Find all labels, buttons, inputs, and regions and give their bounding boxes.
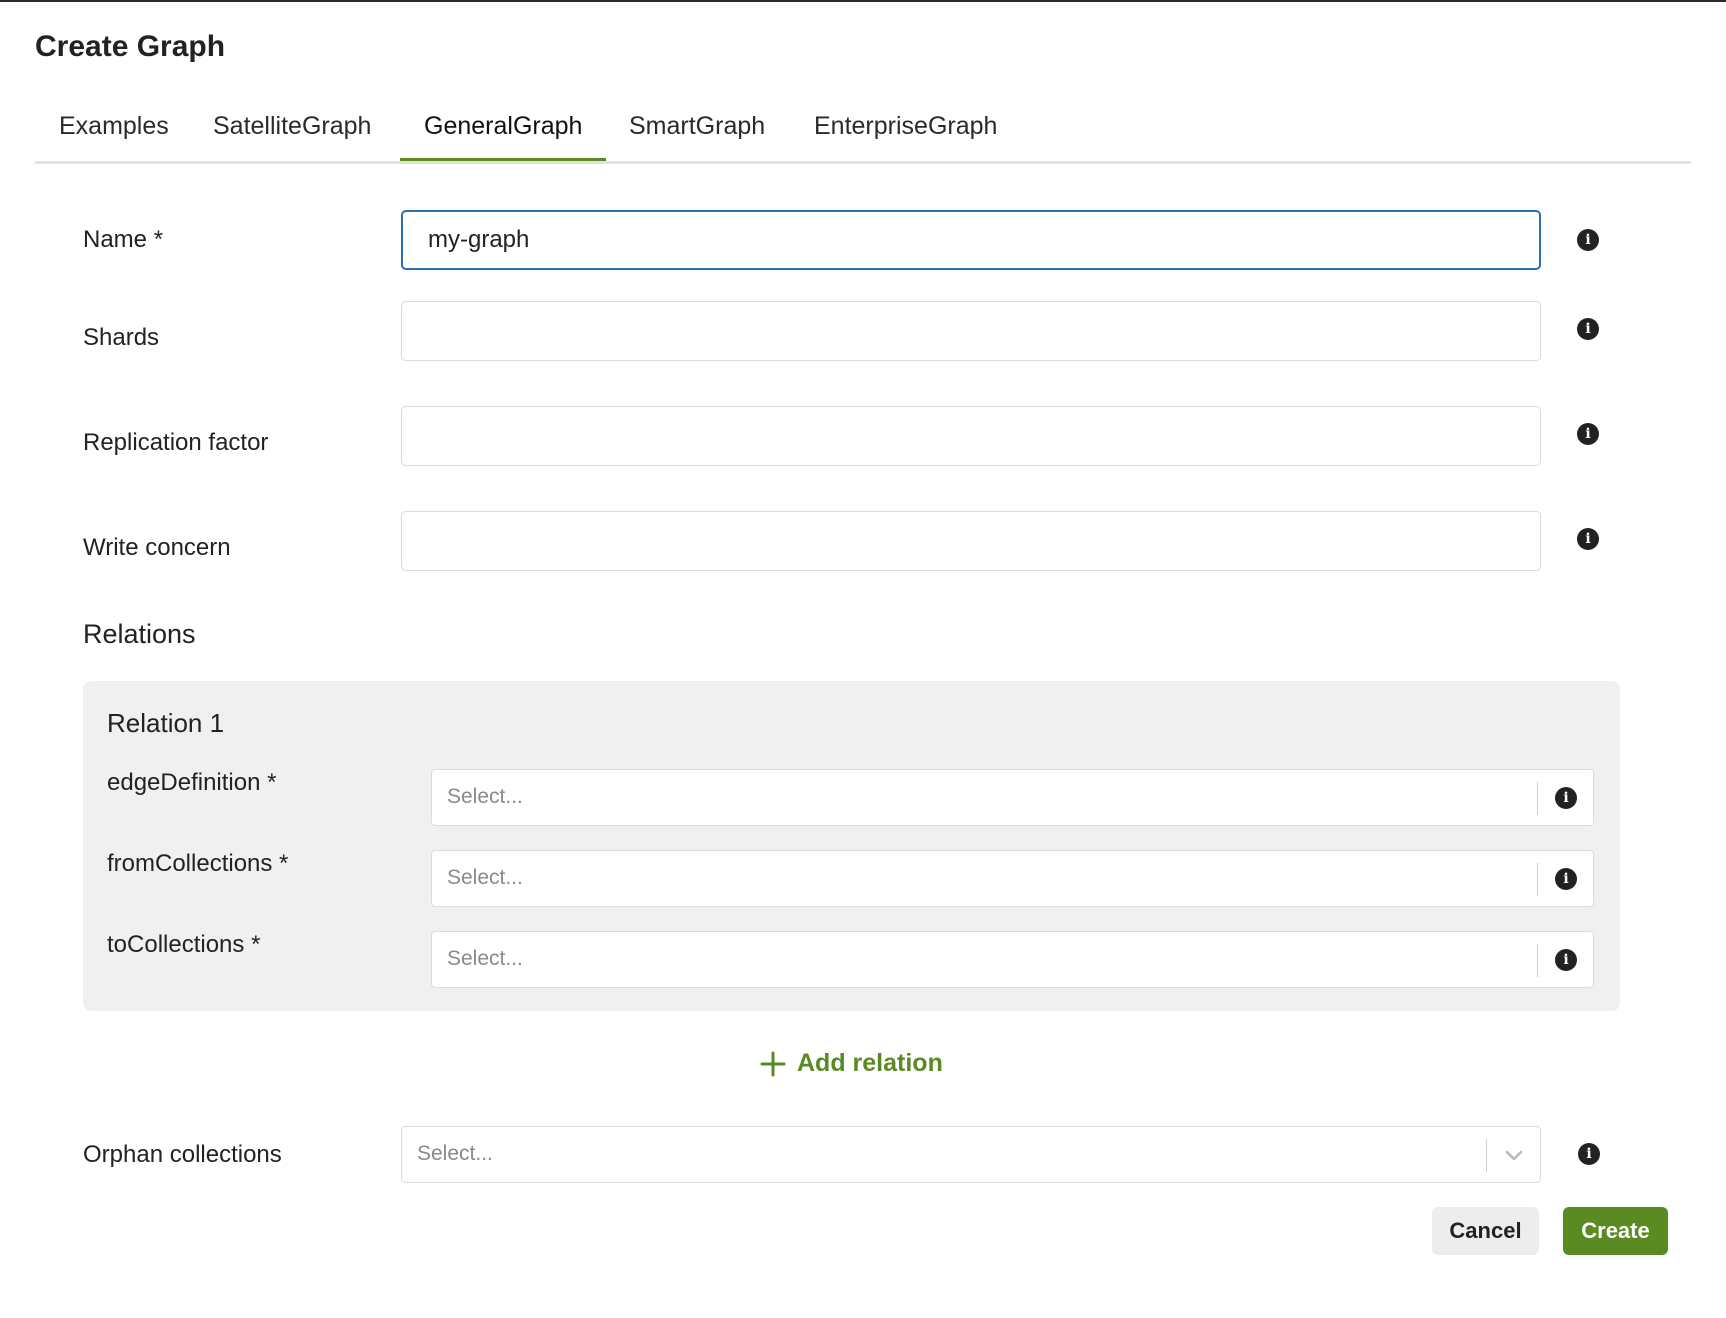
select-separator [1486, 1139, 1487, 1172]
edge-definition-info-icon[interactable]: i [1555, 787, 1577, 809]
relation-title: Relation 1 [107, 708, 225, 738]
orphan-collections-placeholder: Select... [417, 1142, 493, 1165]
write-concern-label: Write concern [83, 534, 231, 561]
edge-definition-placeholder: Select... [447, 785, 523, 808]
add-relation-label: Add relation [797, 1049, 943, 1077]
relations-heading: Relations [83, 619, 196, 649]
dialog-title: Create Graph [35, 30, 226, 63]
replication-factor-info-icon[interactable]: i [1577, 423, 1599, 445]
from-collections-select[interactable]: Select... [431, 850, 1594, 907]
edge-definition-label: edgeDefinition * [107, 769, 277, 796]
write-concern-input[interactable] [401, 511, 1541, 571]
graph-type-tabs: Examples SatelliteGraph GeneralGraph Sma… [35, 106, 1691, 164]
replication-factor-label: Replication factor [83, 429, 269, 456]
from-collections-placeholder: Select... [447, 866, 523, 889]
chevron-down-icon[interactable] [1499, 1140, 1529, 1170]
shards-label: Shards [83, 324, 160, 351]
name-input[interactable] [401, 210, 1541, 270]
tab-satellite-graph[interactable]: SatelliteGraph [189, 112, 395, 161]
create-graph-dialog: Create Graph Examples SatelliteGraph Gen… [0, 0, 1726, 1318]
plus-icon [760, 1051, 786, 1076]
cancel-button[interactable]: Cancel [1432, 1207, 1539, 1255]
shards-input[interactable] [401, 301, 1541, 361]
select-separator [1537, 944, 1538, 977]
name-info-icon[interactable]: i [1577, 229, 1599, 251]
add-relation-button[interactable]: Add relation [759, 1049, 943, 1078]
tab-general-graph[interactable]: GeneralGraph [400, 112, 607, 161]
shards-info-icon[interactable]: i [1577, 318, 1599, 340]
tab-examples[interactable]: Examples [35, 112, 193, 161]
select-separator [1537, 863, 1538, 896]
to-collections-info-icon[interactable]: i [1555, 949, 1577, 971]
orphan-collections-info-icon[interactable]: i [1578, 1143, 1600, 1165]
select-separator [1537, 782, 1538, 815]
orphan-collections-label: Orphan collections [83, 1141, 282, 1168]
name-label: Name * [83, 226, 164, 253]
replication-factor-input[interactable] [401, 406, 1541, 466]
tab-enterprise-graph[interactable]: EnterpriseGraph [790, 112, 1021, 161]
from-collections-label: fromCollections * [107, 850, 289, 877]
relation-panel: Relation 1 edgeDefinition * Select... i … [83, 681, 1620, 1011]
from-collections-info-icon[interactable]: i [1555, 868, 1577, 890]
edge-definition-select[interactable]: Select... [431, 769, 1594, 826]
to-collections-select[interactable]: Select... [431, 931, 1594, 988]
to-collections-label: toCollections * [107, 931, 261, 958]
orphan-collections-select[interactable]: Select... [401, 1126, 1541, 1183]
tab-smart-graph[interactable]: SmartGraph [605, 112, 789, 161]
write-concern-info-icon[interactable]: i [1577, 528, 1599, 550]
to-collections-placeholder: Select... [447, 947, 523, 970]
create-button[interactable]: Create [1563, 1207, 1668, 1255]
